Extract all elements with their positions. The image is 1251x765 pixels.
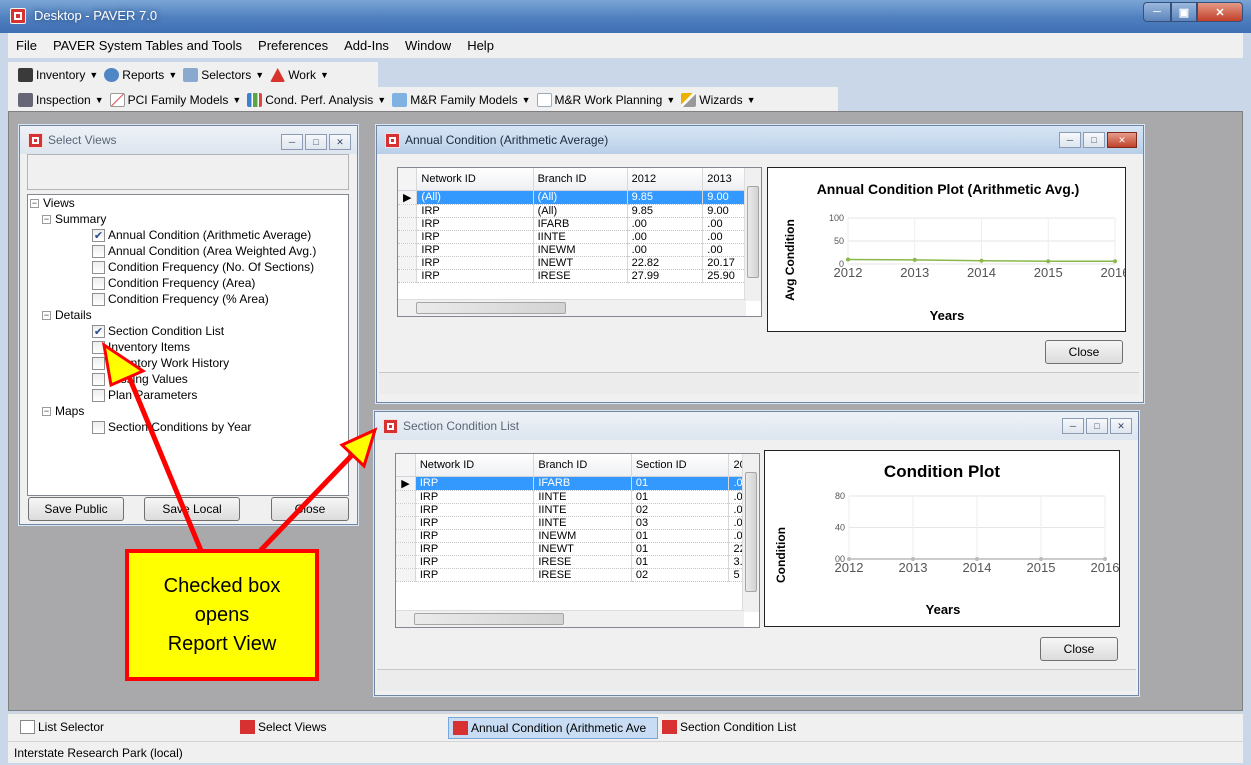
- task-select-views[interactable]: Select Views: [240, 720, 326, 734]
- list-icon: [20, 720, 35, 734]
- arrow-line-right: [256, 450, 357, 555]
- task-section-condition[interactable]: Section Condition List: [662, 720, 796, 734]
- paver-icon: [662, 720, 677, 734]
- paver-icon: [453, 721, 468, 735]
- task-annual-condition[interactable]: Annual Condition (Arithmetic Ave: [448, 717, 658, 739]
- paver-icon: [240, 720, 255, 734]
- arrow-line-left: [122, 366, 205, 554]
- task-list-selector[interactable]: List Selector: [20, 720, 104, 734]
- annotation-callout: Checked box opens Report View: [125, 549, 319, 681]
- arrow-head-left: [101, 341, 147, 388]
- status-bar: Interstate Research Park (local): [8, 741, 1243, 763]
- mdi-taskbar: List Selector Select Views Annual Condit…: [8, 713, 1243, 741]
